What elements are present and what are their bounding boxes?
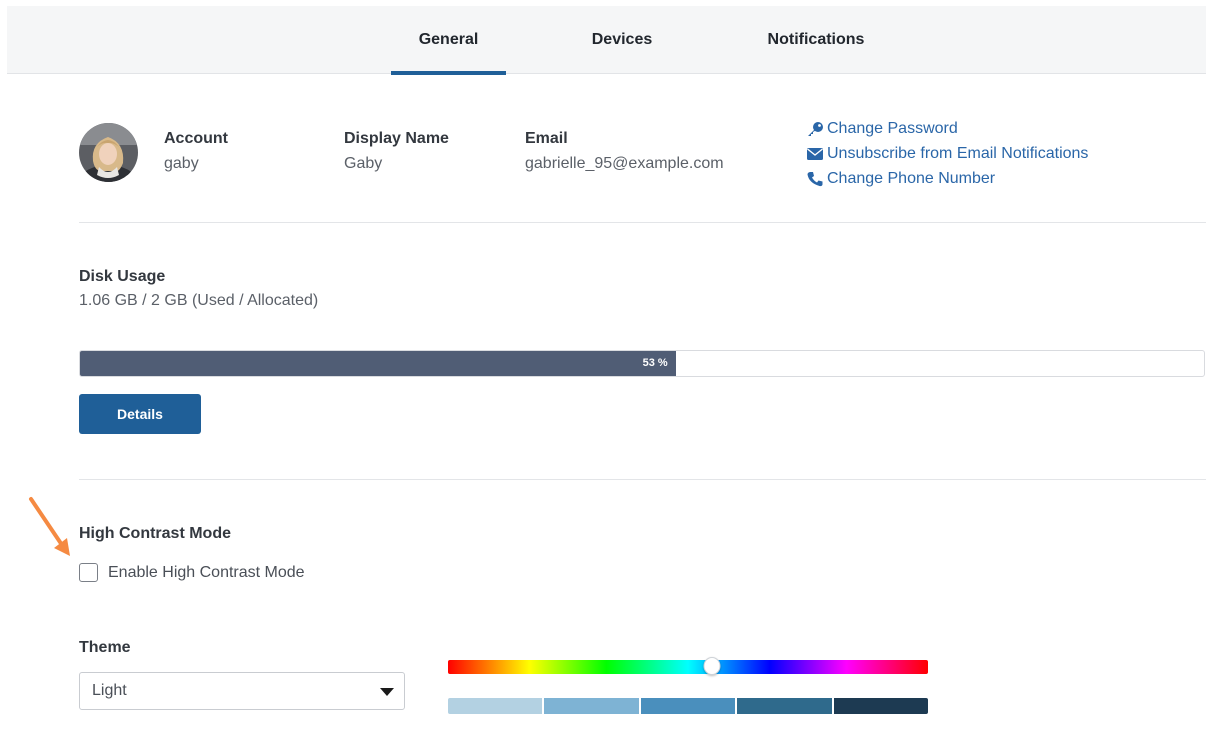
disk-usage-title: Disk Usage xyxy=(79,268,166,285)
hue-slider[interactable] xyxy=(448,657,928,675)
account-label: Account xyxy=(164,130,228,147)
divider xyxy=(79,222,1206,223)
high-contrast-checkbox-label[interactable]: Enable High Contrast Mode xyxy=(108,564,305,582)
tab-general[interactable]: General xyxy=(391,6,506,75)
unsubscribe-label: Unsubscribe from Email Notifications xyxy=(827,144,1089,162)
disk-usage-summary: 1.06 GB / 2 GB (Used / Allocated) xyxy=(79,292,319,309)
display-name-value: Gaby xyxy=(344,155,383,172)
change-password-link[interactable]: Change Password xyxy=(806,116,1088,141)
key-icon xyxy=(808,121,823,136)
theme-select-value: Light xyxy=(92,682,127,699)
theme-select[interactable]: Light xyxy=(79,672,405,710)
envelope-icon xyxy=(807,147,823,160)
avatar xyxy=(79,123,138,182)
high-contrast-checkbox[interactable] xyxy=(79,563,98,582)
theme-swatch[interactable] xyxy=(448,698,545,714)
theme-swatches xyxy=(448,698,928,714)
tab-devices[interactable]: Devices xyxy=(572,6,672,74)
email-label: Email xyxy=(525,130,568,147)
display-name-label: Display Name xyxy=(344,130,449,147)
caret-down-icon xyxy=(380,688,394,696)
high-contrast-title: High Contrast Mode xyxy=(79,525,231,542)
change-phone-label: Change Phone Number xyxy=(827,169,996,187)
change-phone-link[interactable]: Change Phone Number xyxy=(806,166,1088,191)
theme-swatch[interactable] xyxy=(640,698,738,714)
unsubscribe-link[interactable]: Unsubscribe from Email Notifications xyxy=(806,141,1088,166)
tab-bar: General Devices Notifications xyxy=(7,6,1206,75)
details-button[interactable]: Details xyxy=(79,394,201,434)
annotation-arrow-icon xyxy=(26,496,76,563)
tab-notifications[interactable]: Notifications xyxy=(742,6,890,74)
theme-swatch[interactable] xyxy=(544,698,641,714)
hue-slider-thumb[interactable] xyxy=(703,657,721,675)
account-links: Change Password Unsubscribe from Email N… xyxy=(806,116,1088,191)
email-value: gabrielle_95@example.com xyxy=(525,155,724,172)
theme-title: Theme xyxy=(79,639,131,656)
high-contrast-checkbox-row[interactable]: Enable High Contrast Mode xyxy=(79,563,305,582)
disk-usage-progress-bar: 53 % xyxy=(79,350,1205,377)
theme-swatch[interactable] xyxy=(833,698,928,714)
divider xyxy=(79,479,1206,480)
change-password-label: Change Password xyxy=(827,119,958,137)
progress-percent: 53 % xyxy=(642,357,668,369)
theme-swatch[interactable] xyxy=(737,698,834,714)
progress-fill: 53 % xyxy=(80,351,676,376)
account-value: gaby xyxy=(164,155,199,172)
phone-icon xyxy=(807,171,823,186)
